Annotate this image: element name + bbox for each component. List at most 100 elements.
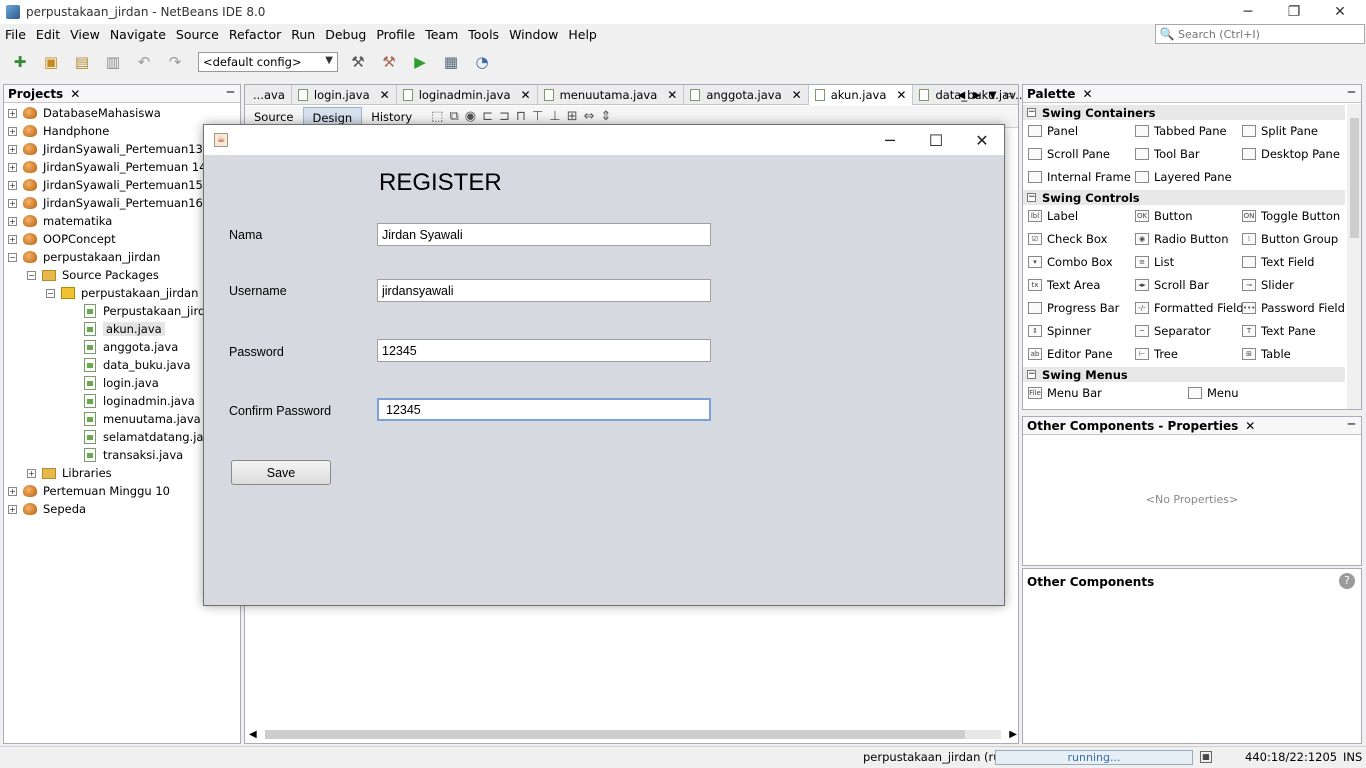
close-icon[interactable]: ✕ [380, 88, 390, 102]
palette-item-combo-box[interactable]: ▾ Combo Box [1028, 253, 1113, 271]
menu-tools[interactable]: Tools [463, 24, 504, 46]
scroll-left-icon[interactable]: ◀ [249, 729, 257, 740]
tree-item-file[interactable]: akun.java [84, 320, 165, 338]
collapse-icon[interactable]: − [8, 252, 17, 262]
palette-item-progress-bar[interactable]: Progress Bar [1028, 299, 1119, 317]
run-icon[interactable]: ▶ [408, 50, 432, 74]
undo-icon[interactable]: ↶ [132, 50, 156, 74]
palette-item-scroll-bar[interactable]: ◂▸ Scroll Bar [1135, 276, 1209, 294]
minimize-button[interactable]: ─ [1225, 0, 1271, 24]
palette-category-menus[interactable]: − Swing Menus [1023, 367, 1345, 382]
menu-navigate[interactable]: Navigate [105, 24, 171, 46]
expand-icon[interactable]: + [8, 162, 17, 172]
scroll-right-icon[interactable]: ▶ [973, 90, 981, 101]
menu-help[interactable]: Help [563, 24, 602, 46]
palette-item-editor-pane[interactable]: ab Editor Pane [1028, 345, 1113, 363]
tree-item-file[interactable]: anggota.java [84, 338, 178, 356]
menu-profile[interactable]: Profile [371, 24, 420, 46]
close-icon[interactable]: ✕ [521, 88, 531, 102]
expand-icon[interactable]: + [27, 468, 36, 478]
palette-item-password-field[interactable]: ••• Password Field [1242, 299, 1345, 317]
tree-item-project[interactable]: + matematika [8, 212, 112, 230]
close-icon[interactable]: ✕ [792, 88, 802, 102]
new-project-icon[interactable]: ▣ [39, 50, 63, 74]
password-field[interactable] [377, 339, 711, 362]
tree-item-libraries[interactable]: + Libraries [27, 464, 112, 482]
tree-item-project[interactable]: + JirdanSyawali_Pertemuan16-18 [8, 194, 222, 212]
nama-field[interactable] [377, 223, 711, 246]
dialog-maximize-button[interactable]: ☐ [913, 125, 959, 155]
palette-item-button[interactable]: OK Button [1135, 207, 1193, 225]
palette-item-text-field[interactable]: Text Field [1242, 253, 1314, 271]
tree-item-project[interactable]: + DatabaseMahasiswa [8, 104, 161, 122]
collapse-icon[interactable]: − [1027, 108, 1036, 117]
close-icon[interactable]: ✕ [1245, 419, 1255, 433]
tree-item-project[interactable]: + JirdanSyawali_Pertemuan13 [8, 140, 203, 158]
tree-item-file[interactable]: Perpustakaan_jirdan [84, 302, 220, 320]
expand-icon[interactable]: + [8, 198, 17, 208]
profile-icon[interactable]: ◔ [470, 50, 494, 74]
menu-view[interactable]: View [65, 24, 105, 46]
align-middle-icon[interactable]: ⊞ [567, 109, 578, 124]
menu-source[interactable]: Source [171, 24, 224, 46]
tree-item-file[interactable]: login.java [84, 374, 159, 392]
palette-category-containers[interactable]: − Swing Containers [1023, 105, 1345, 120]
palette-item-tree[interactable]: ⊢ Tree [1135, 345, 1178, 363]
align-right-icon[interactable]: ⊐ [499, 109, 510, 124]
open-project-icon[interactable]: ▤ [70, 50, 94, 74]
editor-tab[interactable]: login.java ✕ [292, 85, 397, 105]
editor-tab[interactable]: menuutama.java ✕ [538, 85, 685, 105]
palette-item-menu[interactable]: Menu [1188, 384, 1239, 402]
palette-item-menu-bar[interactable]: File Menu Bar [1028, 384, 1102, 402]
collapse-icon[interactable]: − [1027, 193, 1036, 202]
scroll-right-icon[interactable]: ▶ [1009, 729, 1017, 740]
tree-item-project[interactable]: + JirdanSyawali_Pertemuan 14 [8, 158, 207, 176]
collapse-icon[interactable]: − [1027, 370, 1036, 379]
config-select[interactable]: <default config> ▼ [198, 52, 338, 72]
projects-tab[interactable]: Projects ✕ ─ [4, 85, 240, 103]
close-button[interactable]: ✕ [1317, 0, 1363, 24]
palette-item-list[interactable]: ≡ List [1135, 253, 1174, 271]
restore-button[interactable]: ❐ [1271, 0, 1317, 24]
menu-edit[interactable]: Edit [31, 24, 65, 46]
search-input[interactable] [1178, 27, 1358, 41]
palette-item-text-pane[interactable]: T Text Pane [1242, 322, 1316, 340]
expand-icon[interactable]: + [8, 216, 17, 226]
palette-item-formatted-field[interactable]: -/- Formatted Field [1135, 299, 1244, 317]
palette-item-scroll-pane[interactable]: Scroll Pane [1028, 145, 1110, 163]
save-all-icon[interactable]: ▥ [101, 50, 125, 74]
dialog-minimize-button[interactable]: ─ [867, 125, 913, 155]
menu-window[interactable]: Window [504, 24, 563, 46]
preview-design-icon[interactable]: ◉ [465, 109, 476, 124]
tree-item-file[interactable]: transaksi.java [84, 446, 183, 464]
expand-icon[interactable]: + [8, 234, 17, 244]
maximize-icon[interactable]: ▭ [1005, 90, 1014, 101]
close-icon[interactable]: ✕ [70, 87, 80, 101]
search-icon[interactable]: 🔍 [1156, 27, 1178, 41]
palette-item-panel[interactable]: Panel [1028, 122, 1078, 140]
scroll-thumb[interactable] [1350, 118, 1359, 238]
minimize-icon[interactable]: ─ [1348, 417, 1355, 431]
menu-team[interactable]: Team [420, 24, 463, 46]
save-button[interactable]: Save [231, 460, 331, 485]
selection-mode-icon[interactable]: ⬚ [431, 109, 443, 124]
close-icon[interactable]: ✕ [1082, 87, 1092, 101]
properties-tab[interactable]: Other Components - Properties ✕ ─ [1023, 417, 1361, 435]
palette-item-layered-pane[interactable]: Layered Pane [1135, 168, 1232, 186]
expand-icon[interactable]: + [8, 486, 17, 496]
close-icon[interactable]: ✕ [896, 88, 906, 102]
palette-tab[interactable]: Palette ✕ ─ [1023, 85, 1361, 103]
build-hammer-icon[interactable]: ⚒ [346, 50, 370, 74]
collapse-icon[interactable]: − [27, 270, 36, 280]
tree-item-project[interactable]: + Pertemuan Minggu 10 [8, 482, 170, 500]
palette-item-tabbed-pane[interactable]: Tabbed Pane [1135, 122, 1227, 140]
align-center-icon[interactable]: ⊓ [516, 109, 526, 124]
palette-item-slider[interactable]: ⊸ Slider [1242, 276, 1294, 294]
new-file-icon[interactable]: ✚ [8, 50, 32, 74]
palette-item-check-box[interactable]: ☑ Check Box [1028, 230, 1107, 248]
tree-item-file[interactable]: selamatdatang.java [84, 428, 217, 446]
username-field[interactable] [377, 279, 711, 302]
palette-item-radio-button[interactable]: ◉ Radio Button [1135, 230, 1229, 248]
dialog-close-button[interactable]: ✕ [959, 125, 1005, 155]
palette-item-button-group[interactable]: ⁞ Button Group [1242, 230, 1338, 248]
